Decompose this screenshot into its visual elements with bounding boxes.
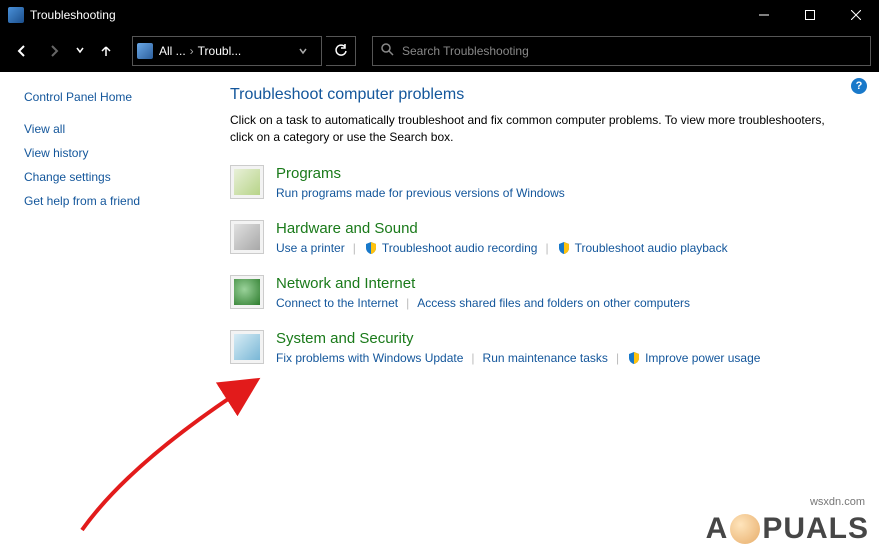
link-fix-windows-update[interactable]: Fix problems with Windows Update (276, 351, 463, 365)
separator: | (471, 351, 474, 365)
category-title-system[interactable]: System and Security (276, 330, 861, 347)
control-panel-home-link[interactable]: Control Panel Home (24, 90, 210, 104)
network-icon (230, 275, 264, 309)
shield-icon (627, 351, 641, 365)
search-input[interactable] (402, 44, 862, 58)
sidebar-link-get-help[interactable]: Get help from a friend (24, 194, 210, 208)
refresh-button[interactable] (326, 36, 356, 66)
sidebar-link-change-settings[interactable]: Change settings (24, 170, 210, 184)
window-title: Troubleshooting (30, 8, 741, 22)
separator: | (616, 351, 619, 365)
category-title-network[interactable]: Network and Internet (276, 275, 861, 292)
search-icon (381, 43, 394, 59)
main-panel: Troubleshoot computer problems Click on … (210, 72, 879, 554)
link-run-programs-compat[interactable]: Run programs made for previous versions … (276, 186, 565, 200)
shield-icon (557, 241, 571, 255)
category-title-hardware[interactable]: Hardware and Sound (276, 220, 861, 237)
category-title-programs[interactable]: Programs (276, 165, 861, 182)
separator: | (406, 296, 409, 310)
category-hardware: Hardware and Sound Use a printer | Troub… (230, 220, 861, 255)
breadcrumb-2[interactable]: Troubl... (198, 44, 242, 58)
addressbar-icon (137, 43, 153, 59)
addressbar-dropdown-icon[interactable] (289, 37, 317, 65)
link-troubleshoot-audio-playback[interactable]: Troubleshoot audio playback (575, 241, 728, 255)
page-description: Click on a task to automatically trouble… (230, 112, 850, 147)
app-icon (8, 7, 24, 23)
sidebar: Control Panel Home View all View history… (0, 72, 210, 554)
page-title: Troubleshoot computer problems (230, 86, 861, 104)
link-improve-power-usage[interactable]: Improve power usage (645, 351, 760, 365)
forward-button[interactable] (40, 37, 68, 65)
shield-icon (364, 241, 378, 255)
searchbar[interactable] (372, 36, 871, 66)
sidebar-link-view-all[interactable]: View all (24, 122, 210, 136)
recent-locations-chevron[interactable] (76, 46, 84, 56)
category-programs: Programs Run programs made for previous … (230, 165, 861, 200)
system-icon (230, 330, 264, 364)
link-run-maintenance-tasks[interactable]: Run maintenance tasks (483, 351, 608, 365)
back-button[interactable] (8, 37, 36, 65)
hardware-icon (230, 220, 264, 254)
category-system: System and Security Fix problems with Wi… (230, 330, 861, 365)
close-button[interactable] (833, 0, 879, 30)
breadcrumb-1[interactable]: All ... (159, 44, 186, 58)
maximize-button[interactable] (787, 0, 833, 30)
up-button[interactable] (92, 37, 120, 65)
programs-icon (230, 165, 264, 199)
content-area: ? Control Panel Home View all View histo… (0, 72, 879, 554)
minimize-button[interactable] (741, 0, 787, 30)
link-connect-to-internet[interactable]: Connect to the Internet (276, 296, 398, 310)
link-use-a-printer[interactable]: Use a printer (276, 241, 345, 255)
separator: | (545, 241, 548, 255)
titlebar: Troubleshooting (0, 0, 879, 30)
sidebar-link-view-history[interactable]: View history (24, 146, 210, 160)
breadcrumb-sep-icon: › (190, 44, 194, 58)
link-access-shared-files[interactable]: Access shared files and folders on other… (417, 296, 690, 310)
separator: | (353, 241, 356, 255)
link-troubleshoot-audio-recording[interactable]: Troubleshoot audio recording (382, 241, 538, 255)
category-network: Network and Internet Connect to the Inte… (230, 275, 861, 310)
window-controls (741, 0, 879, 30)
addressbar[interactable]: All ... › Troubl... (132, 36, 322, 66)
navbar: All ... › Troubl... (0, 30, 879, 72)
